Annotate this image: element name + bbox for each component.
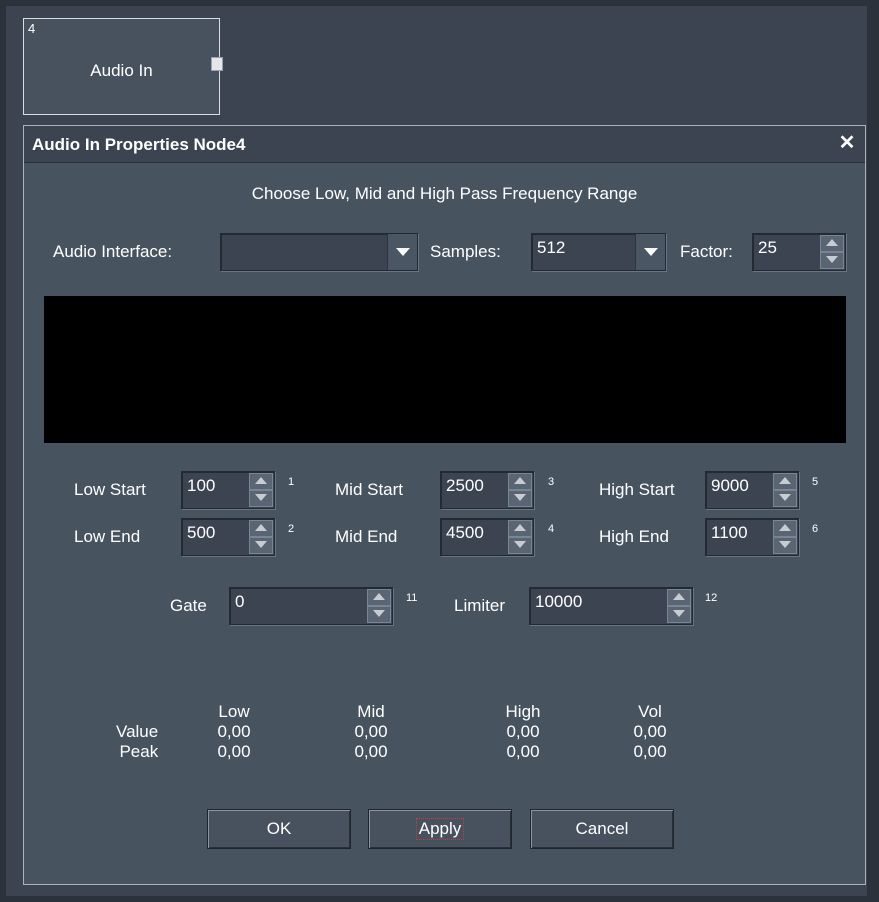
vol-peak: 0,00 <box>633 742 667 761</box>
low-start-stepper[interactable]: 100 <box>181 471 275 509</box>
col-header-high: High <box>505 702 541 721</box>
row-label-value: Value <box>116 722 159 741</box>
low-end-value: 500 <box>187 523 216 542</box>
frequency-display <box>44 296 846 443</box>
low-peak: 0,00 <box>217 742 251 761</box>
row-label-peak: Peak <box>119 742 159 761</box>
samples-label: Samples: <box>430 242 501 261</box>
spinner-arrows-icon[interactable] <box>249 520 273 554</box>
readout-col-vol: Vol 0,00 0,00 <box>620 702 680 762</box>
cancel-button-label: Cancel <box>575 819 629 838</box>
chevron-down-icon[interactable] <box>387 234 417 270</box>
mid-start-value: 2500 <box>446 476 484 495</box>
audio-interface-dropdown[interactable] <box>220 233 418 271</box>
limiter-label: Limiter <box>454 596 506 615</box>
low-end-label: Low End <box>74 527 141 546</box>
low-start-label: Low Start <box>74 480 146 499</box>
mid-start-index: 3 <box>548 476 555 488</box>
apply-button[interactable]: Apply <box>368 809 512 849</box>
spinner-arrows-icon[interactable] <box>773 473 797 507</box>
mid-end-stepper[interactable]: 4500 <box>440 518 534 556</box>
spinner-arrows-icon[interactable] <box>508 520 532 554</box>
output-port[interactable] <box>211 57 223 71</box>
samples-value: 512 <box>537 238 566 257</box>
high-end-label: High End <box>599 527 669 546</box>
high-start-label: High Start <box>599 480 675 499</box>
audio-interface-label: Audio Interface: <box>53 242 173 261</box>
mid-end-label: Mid End <box>335 527 398 546</box>
apply-button-label: Apply <box>415 818 465 840</box>
node-id: 4 <box>28 21 36 36</box>
high-start-value: 9000 <box>711 476 749 495</box>
node-label: Audio In <box>90 61 153 80</box>
spinner-arrows-icon[interactable] <box>508 473 532 507</box>
spinner-arrows-icon[interactable] <box>820 235 844 269</box>
readout-col-mid: Mid 0,00 0,00 <box>341 702 401 762</box>
chevron-down-icon[interactable] <box>635 234 665 270</box>
low-end-index: 2 <box>288 523 295 535</box>
dialog-title: Audio In Properties Node4 <box>32 135 246 154</box>
col-header-vol: Vol <box>638 702 662 721</box>
spinner-arrows-icon[interactable] <box>249 473 273 507</box>
high-end-index: 6 <box>812 523 819 535</box>
col-header-mid: Mid <box>357 702 385 721</box>
mid-peak: 0,00 <box>354 742 388 761</box>
factor-label: Factor: <box>680 242 733 261</box>
gate-value: 0 <box>235 592 245 611</box>
cancel-button[interactable]: Cancel <box>530 809 674 849</box>
col-header-low: Low <box>218 702 250 721</box>
readout-col-high: High 0,00 0,00 <box>493 702 553 762</box>
dialog-titlebar[interactable]: Audio In Properties Node4 ✕ <box>24 126 865 163</box>
high-start-stepper[interactable]: 9000 <box>705 471 799 509</box>
gate-stepper[interactable]: 0 <box>229 587 393 625</box>
ok-button-label: OK <box>266 819 292 838</box>
close-icon[interactable]: ✕ <box>837 133 857 153</box>
high-start-index: 5 <box>812 476 819 488</box>
spinner-arrows-icon[interactable] <box>667 589 691 623</box>
gate-index: 11 <box>406 592 418 604</box>
high-value: 0,00 <box>506 722 540 741</box>
low-start-value: 100 <box>187 476 216 495</box>
low-start-index: 1 <box>288 476 295 488</box>
gate-label: Gate <box>170 596 207 615</box>
ok-button[interactable]: OK <box>207 809 351 849</box>
audio-in-node[interactable]: 4 Audio In <box>23 18 223 115</box>
low-end-stepper[interactable]: 500 <box>181 518 275 556</box>
limiter-value: 10000 <box>535 592 583 611</box>
low-value: 0,00 <box>217 722 251 741</box>
limiter-stepper[interactable]: 10000 <box>529 587 693 625</box>
high-end-value: 1100 <box>711 523 748 542</box>
mid-end-index: 4 <box>548 523 555 535</box>
factor-stepper[interactable]: 25 <box>752 233 846 271</box>
high-end-stepper[interactable]: 1100 <box>705 518 799 556</box>
mid-end-value: 4500 <box>446 523 484 542</box>
mid-start-label: Mid Start <box>335 480 404 499</box>
properties-dialog: Audio In Properties Node4 ✕ Choose Low, … <box>23 125 866 885</box>
factor-value: 25 <box>758 238 777 257</box>
mid-start-stepper[interactable]: 2500 <box>440 471 534 509</box>
readout-row-labels: Value Peak <box>116 702 158 762</box>
samples-dropdown[interactable]: 512 <box>531 233 666 271</box>
limiter-index: 12 <box>705 592 718 604</box>
readout-col-low: Low 0,00 0,00 <box>204 702 264 762</box>
section-heading: Choose Low, Mid and High Pass Frequency … <box>251 184 638 203</box>
vol-value: 0,00 <box>633 722 667 741</box>
spinner-arrows-icon[interactable] <box>773 520 797 554</box>
high-peak: 0,00 <box>506 742 540 761</box>
mid-value: 0,00 <box>354 722 388 741</box>
spinner-arrows-icon[interactable] <box>367 589 391 623</box>
